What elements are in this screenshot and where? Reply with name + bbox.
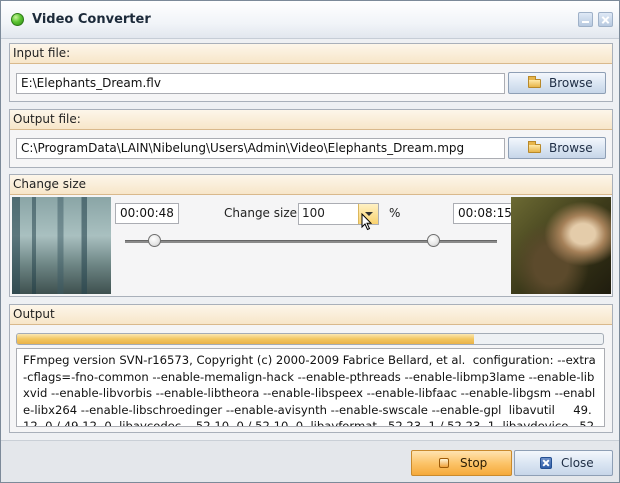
app-status-icon xyxy=(11,13,24,26)
start-frame-thumbnail xyxy=(12,197,111,294)
minimize-icon[interactable] xyxy=(578,12,593,27)
size-combobox-value: 100 xyxy=(302,206,325,220)
conversion-progress-bar xyxy=(16,333,604,345)
output-panel: Output FFmpeg version SVN-r16573, Copyri… xyxy=(9,304,613,433)
start-time-field[interactable]: 00:00:48 xyxy=(115,203,179,224)
end-frame-thumbnail xyxy=(511,197,611,294)
folder-icon xyxy=(528,76,541,88)
close-button-label: Close xyxy=(561,456,594,470)
range-slider-track[interactable] xyxy=(125,240,497,243)
end-time-field[interactable]: 00:08:15 xyxy=(453,203,517,224)
output-file-panel: Output file: C:\ProgramData\LAIN\Nibelun… xyxy=(9,109,613,168)
mouse-cursor-icon xyxy=(361,213,373,231)
range-start-handle[interactable] xyxy=(147,234,161,247)
change-size-panel: Change size 00:00:48 Change size 100 % 0… xyxy=(9,174,613,297)
close-button[interactable]: Close xyxy=(514,450,613,476)
folder-icon xyxy=(528,141,541,153)
percent-sign: % xyxy=(389,206,401,220)
stop-button-label: Stop xyxy=(460,456,488,470)
progress-fill xyxy=(17,334,475,344)
input-browse-label: Browse xyxy=(549,76,593,90)
change-size-label: Change size xyxy=(224,206,298,220)
input-file-field[interactable]: E:\Elephants_Dream.flv xyxy=(16,73,505,94)
input-file-header: Input file: xyxy=(10,44,612,64)
range-end-handle[interactable] xyxy=(426,234,440,247)
input-browse-button[interactable]: Browse xyxy=(508,72,606,94)
video-converter-window: Video Converter Input file: E:\Elephants… xyxy=(0,0,620,483)
output-browse-label: Browse xyxy=(549,141,593,155)
window-title: Video Converter xyxy=(32,12,151,27)
stop-icon xyxy=(439,458,449,468)
change-size-header: Change size xyxy=(10,175,612,195)
input-file-panel: Input file: E:\Elephants_Dream.flv Brows… xyxy=(9,43,613,102)
output-log-text[interactable]: FFmpeg version SVN-r16573, Copyright (c)… xyxy=(16,348,605,427)
output-file-field[interactable]: C:\ProgramData\LAIN\Nibelung\Users\Admin… xyxy=(16,138,505,159)
output-header: Output xyxy=(10,305,612,325)
stop-button[interactable]: Stop xyxy=(411,450,512,476)
title-bar: Video Converter xyxy=(1,1,619,39)
close-icon xyxy=(540,457,552,469)
close-window-icon[interactable] xyxy=(598,12,613,27)
output-file-header: Output file: xyxy=(10,110,612,130)
output-browse-button[interactable]: Browse xyxy=(508,137,606,159)
